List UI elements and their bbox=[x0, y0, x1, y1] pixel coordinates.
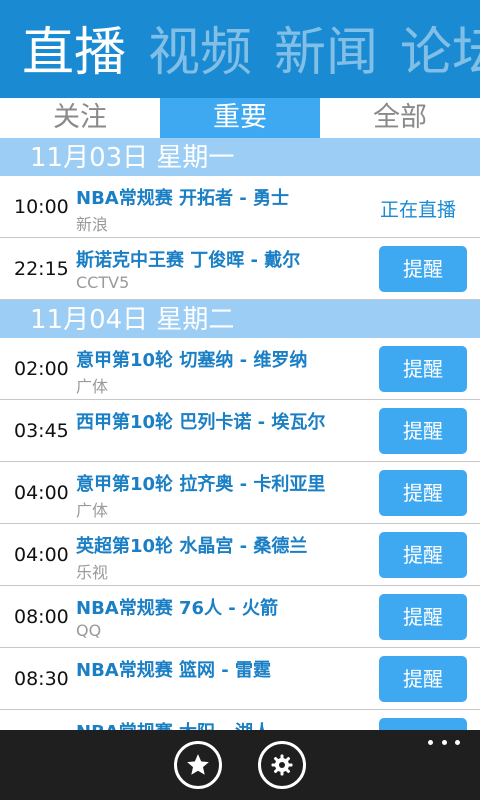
remind-button[interactable]: 提醒 bbox=[379, 656, 467, 702]
match-time: 02:00 bbox=[14, 358, 69, 380]
remind-button[interactable]: 提醒 bbox=[379, 246, 467, 292]
match-title: 意甲第10轮 切塞纳 - 维罗纳 bbox=[76, 350, 308, 371]
remind-button[interactable]: 提醒 bbox=[379, 346, 467, 392]
star-icon bbox=[187, 754, 209, 775]
day-header: 11月04日 星期二 bbox=[0, 300, 480, 338]
match-row[interactable]: 02:00 意甲第10轮 切塞纳 - 维罗纳 广体 提醒 bbox=[0, 338, 480, 400]
pivot-live[interactable]: 直播 bbox=[22, 20, 126, 86]
match-time: 08:00 bbox=[14, 606, 69, 628]
match-channel: 乐视 bbox=[76, 563, 109, 582]
match-title: NBA常规赛 开拓者 - 勇士 bbox=[76, 188, 289, 209]
tab-following[interactable]: 关注 bbox=[0, 98, 160, 138]
match-title: 西甲第10轮 巴列卡诺 - 埃瓦尔 bbox=[76, 412, 326, 433]
live-now-status: 正在直播 bbox=[380, 199, 457, 221]
match-time: 03:45 bbox=[14, 420, 69, 442]
pivot-news[interactable]: 新闻 bbox=[274, 20, 378, 86]
day-header: 11月03日 星期一 bbox=[0, 138, 480, 176]
remind-button[interactable]: 提醒 bbox=[379, 718, 467, 730]
match-time: 04:00 bbox=[14, 544, 69, 566]
schedule-list[interactable]: 11月03日 星期一 10:00 NBA常规赛 开拓者 - 勇士 新浪 正在直播… bbox=[0, 138, 480, 730]
remind-button[interactable]: 提醒 bbox=[379, 594, 467, 640]
match-title: 斯诺克中王赛 丁俊晖 - 戴尔 bbox=[76, 250, 301, 271]
match-title: 意甲第10轮 拉齐奥 - 卡利亚里 bbox=[76, 474, 326, 495]
pivot-video[interactable]: 视频 bbox=[148, 20, 252, 86]
remind-button[interactable]: 提醒 bbox=[379, 408, 467, 454]
remind-button[interactable]: 提醒 bbox=[379, 470, 467, 516]
match-row[interactable]: 22:15 斯诺克中王赛 丁俊晖 - 戴尔 CCTV5 提醒 bbox=[0, 238, 480, 300]
match-time: 10:00 bbox=[14, 196, 69, 218]
match-channel: 广体 bbox=[76, 377, 109, 396]
gear-icon bbox=[271, 754, 293, 776]
tab-important[interactable]: 重要 bbox=[160, 98, 320, 138]
pivot-forum[interactable]: 论坛 bbox=[400, 20, 480, 86]
match-row[interactable]: 08:00 NBA常规赛 76人 - 火箭 QQ 提醒 bbox=[0, 586, 480, 648]
more-icon[interactable] bbox=[428, 734, 460, 750]
settings-button[interactable] bbox=[258, 741, 306, 789]
match-row[interactable]: 03:45 西甲第10轮 巴列卡诺 - 埃瓦尔 提醒 bbox=[0, 400, 480, 462]
match-row[interactable]: 10:00 NBA常规赛 开拓者 - 勇士 新浪 正在直播 bbox=[0, 176, 480, 238]
app-bar bbox=[0, 730, 480, 800]
match-time: 22:15 bbox=[14, 258, 69, 280]
match-title: NBA常规赛 篮网 - 雷霆 bbox=[76, 660, 271, 681]
match-title: 英超第10轮 水晶宫 - 桑德兰 bbox=[76, 536, 308, 557]
match-channel: CCTV5 bbox=[76, 273, 130, 292]
match-row[interactable]: 04:00 英超第10轮 水晶宫 - 桑德兰 乐视 提醒 bbox=[0, 524, 480, 586]
match-row[interactable]: NBA常规赛 太阳 - 湖人 提醒 bbox=[0, 710, 480, 730]
match-time: 04:00 bbox=[14, 482, 69, 504]
match-title: NBA常规赛 太阳 - 湖人 bbox=[76, 718, 271, 730]
remind-button[interactable]: 提醒 bbox=[379, 532, 467, 578]
match-channel: 新浪 bbox=[76, 215, 109, 234]
match-row[interactable]: 04:00 意甲第10轮 拉齐奥 - 卡利亚里 广体 提醒 bbox=[0, 462, 480, 524]
header-pivot: 直播 视频 新闻 论坛 bbox=[0, 0, 480, 98]
match-title: NBA常规赛 76人 - 火箭 bbox=[76, 598, 279, 619]
tab-all[interactable]: 全部 bbox=[320, 98, 480, 138]
match-time: 08:30 bbox=[14, 668, 69, 690]
match-channel: 广体 bbox=[76, 501, 109, 520]
match-row[interactable]: 08:30 NBA常规赛 篮网 - 雷霆 提醒 bbox=[0, 648, 480, 710]
favorites-button[interactable] bbox=[174, 741, 222, 789]
filter-tabs: 关注 重要 全部 bbox=[0, 98, 480, 138]
match-channel: QQ bbox=[76, 621, 102, 640]
